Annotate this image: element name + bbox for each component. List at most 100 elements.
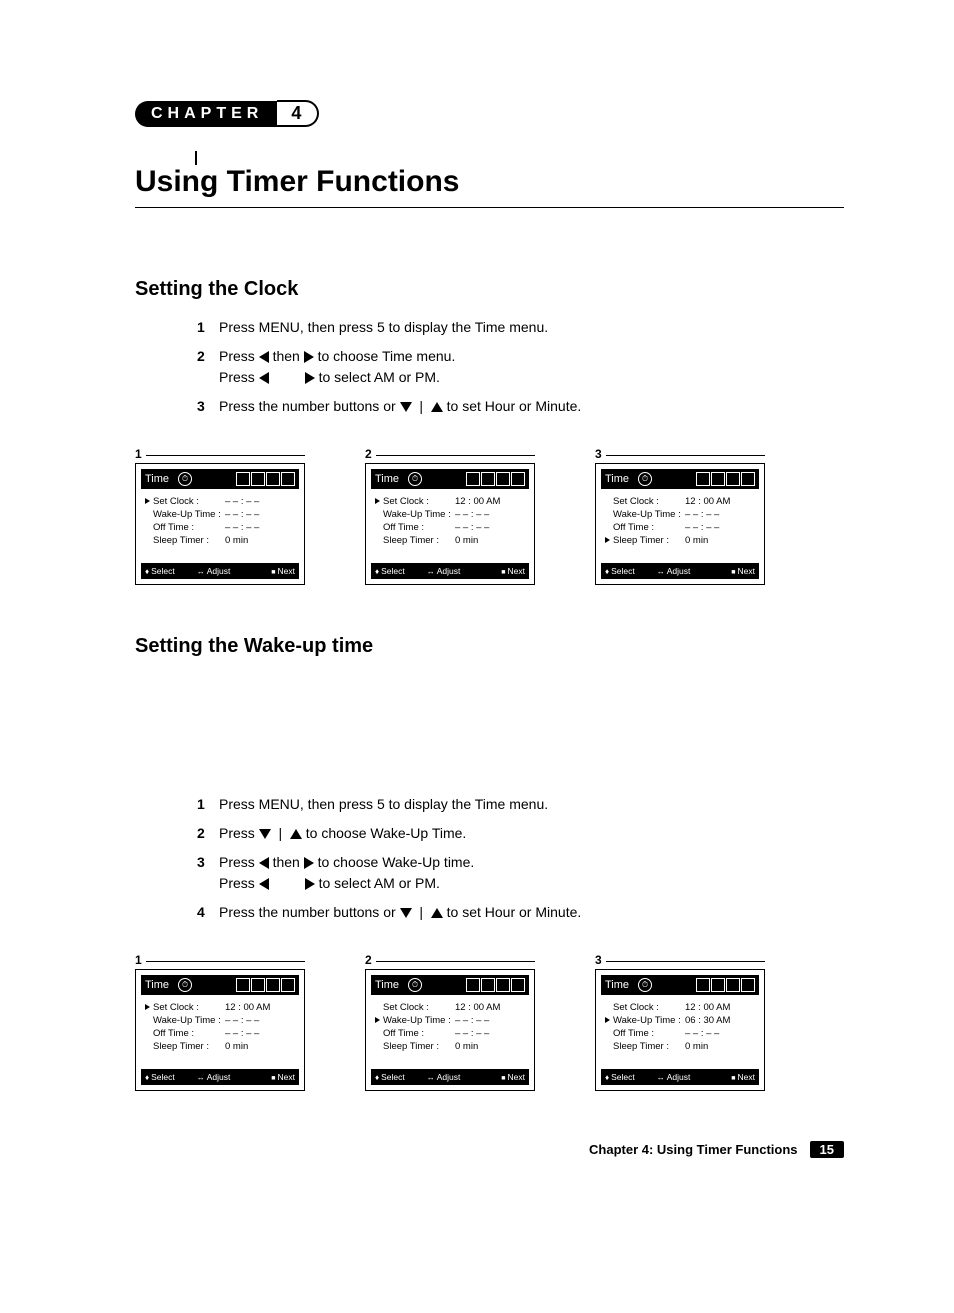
osd-row: Off Time :– – : – – bbox=[145, 521, 295, 534]
osd-row: Sleep Timer :0 min bbox=[145, 1040, 295, 1053]
antenna-icon bbox=[481, 472, 495, 486]
osd-foot-next: Next bbox=[271, 1072, 295, 1082]
up-arrow-icon bbox=[431, 402, 443, 412]
left-arrow-icon bbox=[259, 857, 269, 869]
osd-foot-select: Select bbox=[145, 566, 175, 576]
speaker-icon bbox=[511, 472, 525, 486]
osd-row: Set Clock :12 : 00 AM bbox=[605, 1001, 755, 1014]
stop-icon bbox=[501, 1072, 505, 1082]
osd-row-label: Off Time : bbox=[613, 522, 685, 533]
osd-row: Wake-Up Time :– – : – – bbox=[375, 508, 525, 521]
osd-row-value: 06 : 30 AM bbox=[685, 1015, 755, 1026]
osd-row-label: Sleep Timer : bbox=[383, 1041, 455, 1052]
step-item: 4 Press the number buttons or | to set H… bbox=[197, 902, 844, 923]
updown-icon bbox=[145, 1072, 149, 1082]
leftright-icon bbox=[197, 1072, 205, 1082]
osd-body: Set Clock :12 : 00 AMWake-Up Time :– – :… bbox=[371, 995, 529, 1069]
osd-menu-title: Time bbox=[605, 473, 629, 485]
stop-icon bbox=[501, 566, 505, 576]
osd-screen-number-row: 3 bbox=[595, 953, 765, 969]
osd-screen: 2 Time⏱Set Clock :12 : 00 AMWake-Up Time … bbox=[365, 953, 535, 1091]
osd-header: Time ⏱ bbox=[601, 469, 759, 489]
osd-body: Set Clock :12 : 00 AMWake-Up Time :– – :… bbox=[371, 489, 529, 563]
osd-row: Sleep Timer :0 min bbox=[375, 1040, 525, 1053]
osd-body: Set Clock :12 : 00 AMWake-Up Time :06 : … bbox=[601, 995, 759, 1069]
osd-body: Set Clock :12 : 00 AMWake-Up Time :– – :… bbox=[601, 489, 759, 563]
osd-row-value: 0 min bbox=[685, 1041, 755, 1052]
osd-row-label: Wake-Up Time : bbox=[153, 1015, 225, 1026]
tv-icon bbox=[466, 472, 480, 486]
clock-icon: ⏱ bbox=[178, 978, 192, 992]
osd-row-value: – – : – – bbox=[225, 1015, 295, 1026]
updown-icon bbox=[605, 566, 609, 576]
osd-row-value: – – : – – bbox=[685, 1028, 755, 1039]
osd-row-value: 12 : 00 AM bbox=[455, 1002, 525, 1013]
osd-row-label: Sleep Timer : bbox=[383, 535, 455, 546]
section-heading-clock: Setting the Clock bbox=[135, 278, 844, 301]
osd-screen: 1Time⏱Set Clock :– – : – –Wake-Up Time :… bbox=[135, 447, 305, 585]
osd-screen-number-row: 1 bbox=[135, 447, 305, 463]
osd-row-value: – – : – – bbox=[685, 522, 755, 533]
osd-footer: Select Adjust Next bbox=[141, 563, 299, 579]
steps-wakeup: 1 Press MENU, then press 5 to display th… bbox=[197, 794, 844, 923]
updown-icon bbox=[145, 566, 149, 576]
osd-foot-select: Select bbox=[375, 1072, 405, 1082]
osd-row-value: 12 : 00 AM bbox=[455, 496, 525, 507]
tv-icon bbox=[696, 978, 710, 992]
osd-footer: SelectAdjustNext bbox=[601, 563, 759, 579]
osd-menu-title: Time bbox=[375, 473, 399, 485]
osd-footer: SelectAdjustNext bbox=[601, 1069, 759, 1085]
antenna-icon bbox=[251, 978, 265, 992]
chapter-label: CHAPTER bbox=[135, 101, 277, 127]
osd-screen-number: 2 bbox=[365, 953, 372, 967]
manual-page: CHAPTER 4 Using Timer Functions Setting … bbox=[0, 0, 954, 1218]
osd-screen-number: 3 bbox=[595, 953, 602, 967]
osd-foot-adjust: Adjust bbox=[657, 566, 691, 576]
osd-row-label: Wake-Up Time : bbox=[383, 509, 455, 520]
osd-row: Wake-Up Time :– – : – – bbox=[145, 1014, 295, 1027]
down-arrow-icon bbox=[259, 829, 271, 839]
left-arrow-icon bbox=[259, 351, 269, 363]
osd-header: Time⏱ bbox=[141, 469, 299, 489]
section-heading-wakeup: Setting the Wake-up time bbox=[135, 635, 844, 658]
grid-icon bbox=[266, 978, 280, 992]
osd-foot-next: Next bbox=[271, 566, 295, 576]
down-arrow-icon bbox=[400, 908, 412, 918]
osd-foot-next: Next bbox=[501, 1072, 525, 1082]
osd-row-value: – – : – – bbox=[225, 522, 295, 533]
osd-row-label: Off Time : bbox=[613, 1028, 685, 1039]
speaker-icon bbox=[281, 472, 295, 486]
osd-row-label: Set Clock : bbox=[613, 1002, 685, 1013]
right-arrow-icon bbox=[305, 878, 315, 890]
osd-row: Wake-Up Time :– – : – – bbox=[605, 508, 755, 521]
osd-row-value: 12 : 00 AM bbox=[225, 1002, 295, 1013]
osd-screens-clock: 1Time⏱Set Clock :– – : – –Wake-Up Time :… bbox=[135, 447, 844, 585]
osd-panel: Time⏱Set Clock :12 : 00 AMWake-Up Time :… bbox=[365, 969, 535, 1091]
osd-row: Off Time :– – : – – bbox=[605, 521, 755, 534]
osd-foot-select: Select bbox=[605, 566, 635, 576]
osd-row-value: 0 min bbox=[455, 1041, 525, 1052]
osd-row: Sleep Timer :0 min bbox=[605, 534, 755, 547]
osd-row-label: Set Clock : bbox=[613, 496, 685, 507]
clock-icon: ⏱ bbox=[178, 472, 192, 486]
step-item: 3 Press the number buttons or | to set H… bbox=[197, 396, 844, 417]
osd-menu-title: Time bbox=[605, 979, 629, 991]
osd-menu-title: Time bbox=[145, 979, 169, 991]
osd-footer: SelectAdjustNext bbox=[371, 1069, 529, 1085]
osd-row: Off Time :– – : – – bbox=[145, 1027, 295, 1040]
osd-footer: SelectAdjustNext bbox=[141, 1069, 299, 1085]
leftright-icon bbox=[427, 1072, 435, 1082]
osd-foot-adjust: Adjust bbox=[197, 566, 231, 576]
osd-row-value: 12 : 00 AM bbox=[685, 1002, 755, 1013]
osd-row-label: Wake-Up Time : bbox=[613, 1015, 685, 1026]
osd-row-label: Off Time : bbox=[383, 1028, 455, 1039]
osd-row-value: – – : – – bbox=[455, 1028, 525, 1039]
grid-icon bbox=[496, 472, 510, 486]
osd-menu-title: Time bbox=[375, 979, 399, 991]
osd-row-value: – – : – – bbox=[455, 522, 525, 533]
osd-header: Time⏱ bbox=[371, 469, 529, 489]
osd-row-label: Off Time : bbox=[153, 522, 225, 533]
steps-clock: 1 Press MENU, then press 5 to display th… bbox=[197, 317, 844, 417]
osd-panel: Time⏱Set Clock :12 : 00 AMWake-Up Time :… bbox=[595, 969, 765, 1091]
clock-icon: ⏱ bbox=[638, 472, 652, 486]
